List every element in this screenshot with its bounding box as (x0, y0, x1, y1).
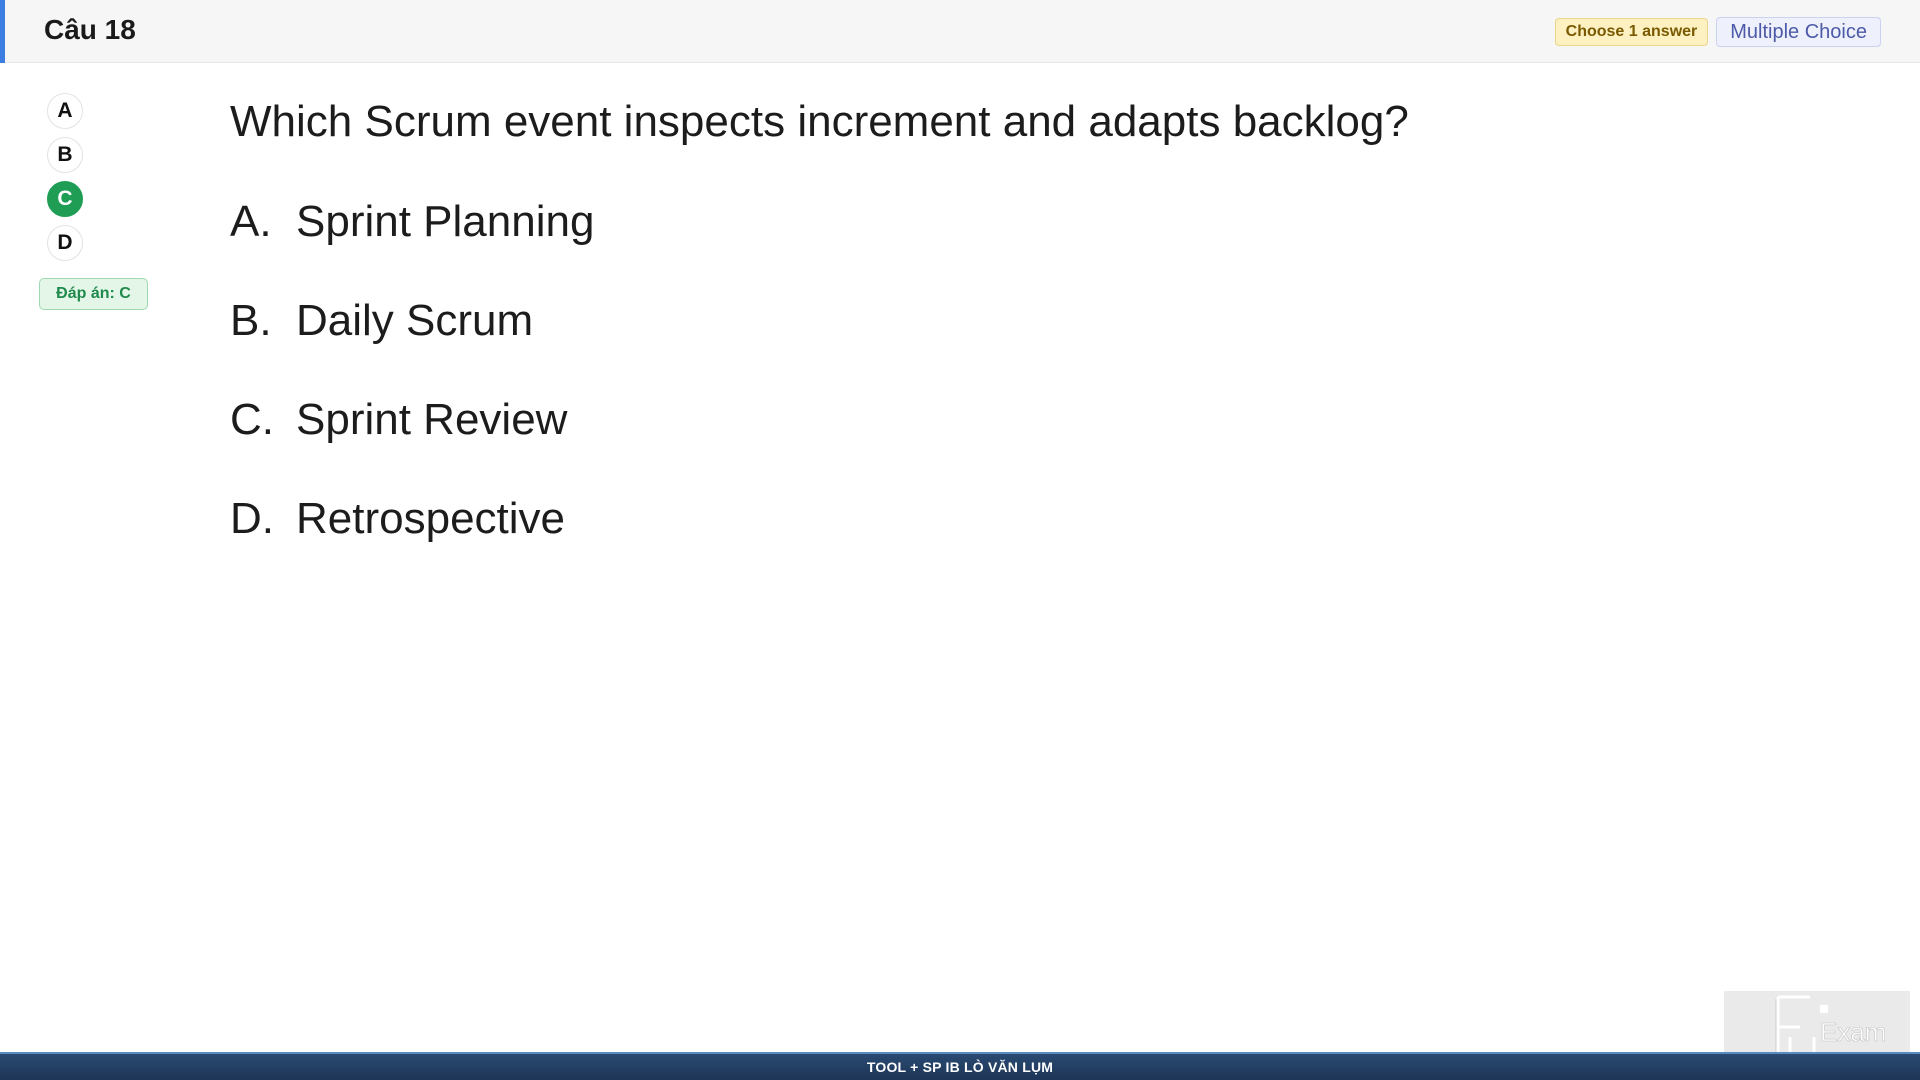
option-letter: D. (230, 494, 274, 543)
question-type-badge: Multiple Choice (1716, 17, 1881, 47)
question-badges: Choose 1 answer Multiple Choice (1554, 17, 1881, 47)
answer-bubble-c[interactable]: C (47, 181, 83, 217)
question-header: Câu 18 Choose 1 answer Multiple Choice (0, 0, 1920, 63)
option-c[interactable]: C. Sprint Review (230, 394, 594, 493)
quiz-page: Câu 18 Choose 1 answer Multiple Choice A… (0, 0, 1920, 1080)
option-letter: A. (230, 197, 272, 246)
option-text: Sprint Review (296, 395, 568, 444)
question-text: Which Scrum event inspects increment and… (230, 97, 1409, 146)
answer-bubble-b[interactable]: B (47, 137, 83, 173)
option-text: Retrospective (296, 494, 566, 543)
answer-bubble-a[interactable]: A (47, 93, 83, 129)
option-list: A. Sprint Planning B. Daily Scrum C. Spr… (230, 196, 594, 592)
question-number-title: Câu 18 (44, 14, 136, 45)
option-b[interactable]: B. Daily Scrum (230, 295, 594, 394)
footer-credit-text: TOOL + SP IB LÒ VĂN LỤM (866, 1059, 1054, 1075)
option-letter: C. (230, 395, 274, 444)
option-text: Sprint Planning (296, 197, 595, 246)
header-accent-bar (0, 0, 5, 63)
option-text: Daily Scrum (296, 296, 534, 345)
choose-answer-badge: Choose 1 answer (1554, 18, 1709, 46)
svg-text:Exam: Exam (1820, 1017, 1886, 1047)
option-letter: B. (230, 296, 272, 345)
answer-bubbles: A B C D (47, 93, 85, 269)
answer-bubble-d[interactable]: D (47, 225, 83, 261)
option-d[interactable]: D. Retrospective (230, 493, 594, 592)
footer-bar: TOOL + SP IB LÒ VĂN LỤM (0, 1052, 1920, 1080)
option-a[interactable]: A. Sprint Planning (230, 196, 594, 295)
correct-answer-badge: Đáp án: C (39, 278, 148, 310)
